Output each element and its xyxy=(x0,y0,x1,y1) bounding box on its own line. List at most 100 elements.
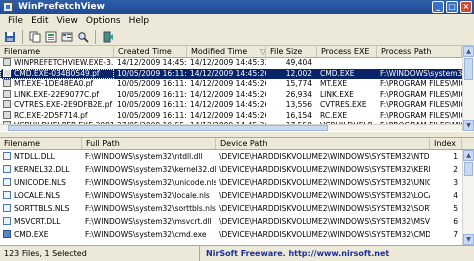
vertical-scrollbar[interactable]: ▲ ▼ xyxy=(462,150,474,245)
cell-filename: LINK.EXE-22E9077C.pf xyxy=(0,89,114,101)
nirsoft-link[interactable]: NirSoft Freeware. http://www.nirsoft.net xyxy=(200,249,389,258)
menu-options[interactable]: Options xyxy=(82,16,125,26)
copy-icon[interactable] xyxy=(28,30,42,44)
close-button[interactable]: × xyxy=(460,1,472,13)
scroll-down-icon[interactable]: ▼ xyxy=(463,234,474,245)
table-row[interactable]: RC.EXE-2D5F714.pf 10/05/2009 16:11:0514/1… xyxy=(0,110,474,122)
scroll-down-icon[interactable]: ▼ xyxy=(463,120,474,131)
cell-text: UNICODE.NLS xyxy=(14,178,66,187)
column-full-path[interactable]: Full Path xyxy=(82,138,216,149)
cell-process-exe xyxy=(317,58,377,69)
file-icon xyxy=(3,217,11,225)
column-filename[interactable]: Filename xyxy=(0,46,114,57)
cell-filename: CMD.EXE-034B0549.pf xyxy=(0,68,114,79)
column-index[interactable]: Index xyxy=(430,138,462,149)
cell-index: 2 xyxy=(430,163,462,176)
scroll-up-icon[interactable]: ▲ xyxy=(463,150,474,161)
cell-text: 10/05/2009 16:11:05 xyxy=(117,100,187,109)
pane-splitter[interactable] xyxy=(0,131,474,138)
column-filename[interactable]: Filename xyxy=(0,138,82,149)
scroll-up-icon[interactable]: ▲ xyxy=(463,46,474,57)
scrollbar-thumb[interactable] xyxy=(464,58,473,80)
cell-process-exe: CMD.EXE xyxy=(317,69,377,80)
table-row[interactable]: MT.EXE-1DE48EA0.pf 10/05/2009 16:11:0514/… xyxy=(0,79,474,90)
cell-filename: NTDLL.DLL xyxy=(0,150,82,163)
cell-text: 49,404 xyxy=(285,58,312,67)
menu-file[interactable]: File xyxy=(4,16,27,26)
properties-icon[interactable] xyxy=(60,30,74,44)
cell-index: 7 xyxy=(430,228,462,241)
cell-text: \DEVICE\HARDDISKVOLUME2\WINDOWS\SYSTEM32… xyxy=(219,165,430,174)
cell-file-size: 12,002 xyxy=(266,69,317,80)
table-row[interactable]: KERNEL32.DLL F:\WINDOWS\system32\kernel32… xyxy=(0,163,474,176)
column-process-exe[interactable]: Process EXE xyxy=(317,46,377,57)
cell-text: 1 xyxy=(453,152,458,161)
cell-text: KERNEL32.DLL xyxy=(14,165,70,174)
toolbar-separator xyxy=(22,29,23,44)
prefetch-file-icon xyxy=(3,100,11,108)
column-created-time[interactable]: Created Time xyxy=(114,46,187,57)
column-device-path[interactable]: Device Path xyxy=(216,138,430,149)
cell-text: 14/12/2009 14:45:26 xyxy=(190,68,266,78)
cell-process-exe: LINK.EXE xyxy=(317,90,377,101)
menu-help[interactable]: Help xyxy=(125,16,154,26)
table-row[interactable]: CVTRES.EXE-2E9DFB2E.pf 10/05/2009 16:11:0… xyxy=(0,100,474,111)
file-icon xyxy=(3,191,11,199)
table-body: WINPREFETCHVIEW.EXE-3... 14/12/2009 14:45… xyxy=(0,58,474,124)
cell-created-time: 10/05/2009 16:11:05 xyxy=(114,79,187,90)
cell-text: F:\WINDOWS\system32\ntdll.dll xyxy=(85,152,203,161)
cell-text: 14/12/2009 14:45:33 xyxy=(190,58,266,67)
cell-full-path: F:\WINDOWS\system32\kernel32.dll xyxy=(82,163,216,176)
cell-text: CVTRES.EXE-2E9DFB2E.pf xyxy=(14,100,113,109)
cell-text: LINK.EXE-22E9077C.pf xyxy=(14,89,100,99)
cell-process-path: F:\PROGRAM FILES\MIC xyxy=(377,111,462,122)
column-file-size[interactable]: File Size xyxy=(266,46,317,57)
find-icon[interactable] xyxy=(76,30,90,44)
cell-text: 13,556 xyxy=(285,100,312,109)
cell-index: 6 xyxy=(430,215,462,228)
minimize-button[interactable]: _ xyxy=(432,1,444,13)
cell-device-path: \DEVICE\HARDDISKVOLUME2\WINDOWS\SYSTEM32… xyxy=(216,189,430,202)
table-row[interactable]: UNICODE.NLS F:\WINDOWS\system32\unicode.n… xyxy=(0,176,474,189)
cell-text: 14/12/2009 14:45:26 xyxy=(190,110,266,120)
cell-filename: CMD.EXE xyxy=(0,228,82,241)
cell-modified-time: 14/12/2009 14:45:26 xyxy=(187,100,266,111)
cell-full-path: F:\WINDOWS\system32\locale.nls xyxy=(82,189,216,202)
toolbar xyxy=(0,28,474,46)
cell-file-size: 26,934 xyxy=(266,90,317,101)
title-bar[interactable]: WinPrefetchView _ □ × xyxy=(0,0,474,14)
cell-text: CMD.EXE xyxy=(14,230,49,239)
table-row[interactable]: LINK.EXE-22E9077C.pf 10/05/2009 16:11:051… xyxy=(0,89,474,101)
table-row[interactable]: NTDLL.DLL F:\WINDOWS\system32\ntdll.dll \D… xyxy=(0,150,474,163)
menu-view[interactable]: View xyxy=(53,16,82,26)
cell-text: \DEVICE\HARDDISKVOLUME2\WINDOWS\SYSTEM32… xyxy=(219,191,430,200)
vertical-scrollbar[interactable]: ▲ ▼ xyxy=(462,46,474,131)
scrollbar-thumb[interactable] xyxy=(464,162,473,176)
table-row[interactable]: WINPREFETCHVIEW.EXE-3... 14/12/2009 14:45… xyxy=(0,58,474,69)
exit-icon[interactable] xyxy=(101,30,115,44)
maximize-button[interactable]: □ xyxy=(446,1,458,13)
cell-text: \DEVICE\HARDDISKVOLUME2\WINDOWS\SYSTEM32… xyxy=(219,178,430,187)
html-report-icon[interactable] xyxy=(44,30,58,44)
column-modified-time[interactable]: Modified Time ▽ xyxy=(187,46,266,57)
table-row[interactable]: SORTTBLS.NLS F:\WINDOWS\system32\sorttbls… xyxy=(0,202,474,215)
cell-text: 6 xyxy=(453,217,458,226)
cell-modified-time: 14/12/2009 14:45:26 xyxy=(187,90,266,101)
table-row[interactable]: CMD.EXE-034B0549.pf 10/05/2009 16:11:0514… xyxy=(0,68,474,80)
column-process-path[interactable]: Process Path xyxy=(377,46,462,57)
cell-text: CVTRES.EXE xyxy=(320,100,367,109)
horizontal-scrollbar[interactable] xyxy=(0,124,462,131)
table-row[interactable]: LOCALE.NLS F:\WINDOWS\system32\locale.nls… xyxy=(0,189,474,202)
cell-filename: LOCALE.NLS xyxy=(0,189,82,202)
cell-filename: SORTTBLS.NLS xyxy=(0,202,82,215)
cell-text: 7 xyxy=(453,230,458,239)
cell-text: 26,934 xyxy=(285,89,312,99)
save-icon[interactable] xyxy=(3,30,17,44)
menu-edit[interactable]: Edit xyxy=(27,16,52,26)
cell-text: LINK.EXE xyxy=(320,89,354,99)
cell-created-time: 10/05/2009 16:11:05 xyxy=(114,90,187,101)
file-icon xyxy=(3,165,11,173)
table-row[interactable]: MSVCRT.DLL F:\WINDOWS\system32\msvcrt.dll… xyxy=(0,215,474,228)
table-row[interactable]: CMD.EXE F:\WINDOWS\system32\cmd.exe \DEVIC… xyxy=(0,228,474,241)
file-icon xyxy=(3,230,11,238)
